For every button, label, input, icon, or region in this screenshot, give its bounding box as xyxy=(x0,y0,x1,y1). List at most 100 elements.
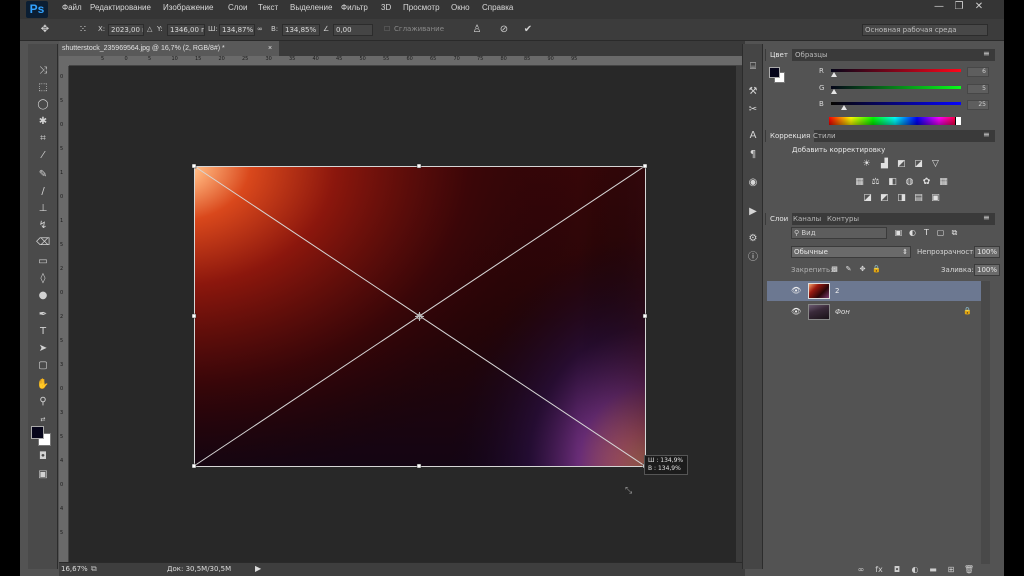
transform-handle-left[interactable] xyxy=(191,313,197,319)
transform-handle-top-left[interactable] xyxy=(191,163,197,169)
menu-file[interactable]: Файл xyxy=(62,3,82,12)
layers-menu-icon[interactable]: ≡ xyxy=(983,213,990,222)
foreground-color-swatch[interactable] xyxy=(31,426,44,439)
link-icon[interactable]: ∞ xyxy=(257,25,263,33)
blue-value-field[interactable]: 25 xyxy=(967,100,989,110)
layer-row[interactable]: 👁 2 xyxy=(767,281,981,301)
width-percent-field[interactable]: 134,87% xyxy=(219,24,255,36)
color-lookup-icon[interactable]: ▦ xyxy=(938,177,949,188)
filter-shape-icon[interactable]: ▢ xyxy=(935,227,946,238)
transform-handle-top-right[interactable] xyxy=(642,163,648,169)
zoom-tool-icon[interactable]: ⚲ xyxy=(36,395,50,409)
menu-help[interactable]: Справка xyxy=(482,3,513,12)
commit-transform-icon[interactable]: ✔ xyxy=(521,23,535,37)
layer-kind-filter[interactable]: ⚲ Вид xyxy=(791,227,887,239)
hue-saturation-icon[interactable]: ▦ xyxy=(854,177,865,188)
new-adjustment-layer-icon[interactable]: ◐ xyxy=(909,564,921,576)
zoom-level[interactable]: 16,67% xyxy=(61,565,88,573)
move-arrows-icon[interactable]: ✥ xyxy=(38,23,52,37)
opacity-field[interactable]: 100% xyxy=(974,246,1000,258)
gradient-map-icon[interactable]: ▤ xyxy=(913,193,924,204)
color-fg-swatch[interactable] xyxy=(769,67,780,78)
blue-slider[interactable] xyxy=(831,102,961,105)
add-mask-icon[interactable]: ◘ xyxy=(891,564,903,576)
brush-tool-icon[interactable]: / xyxy=(36,185,50,199)
properties-icon[interactable]: ⚙ xyxy=(746,232,760,246)
layer-style-icon[interactable]: fx xyxy=(873,564,885,576)
history-panel-icon[interactable]: ⌸ xyxy=(746,60,760,74)
cancel-transform-icon[interactable]: ⊘ xyxy=(497,23,511,37)
history-brush-tool-icon[interactable]: ↯ xyxy=(36,219,50,233)
tab-swatches[interactable]: Образцы xyxy=(791,49,832,61)
tab-channels[interactable]: Каналы xyxy=(789,213,825,225)
new-group-icon[interactable]: ▬ xyxy=(927,564,939,576)
angle-field[interactable]: 0,00 xyxy=(333,24,373,36)
filter-type-icon[interactable]: T xyxy=(921,227,932,238)
vertical-ruler[interactable]: 05051015202530354045 xyxy=(59,66,69,562)
screen-mode-icon[interactable]: ▣ xyxy=(36,468,50,482)
photo-filter-icon[interactable]: ◍ xyxy=(904,177,915,188)
layer-name[interactable]: 2 xyxy=(835,287,839,295)
magic-wand-tool-icon[interactable]: ✱ xyxy=(36,115,50,129)
green-slider[interactable] xyxy=(831,86,961,89)
smoothing-checkbox[interactable]: ☐ xyxy=(384,25,390,33)
brightness-contrast-icon[interactable]: ☀ xyxy=(861,159,872,170)
menu-edit[interactable]: Редактирование xyxy=(90,3,151,12)
move-tool-icon[interactable]: ⤨ xyxy=(36,64,50,78)
swatches-icon[interactable]: ◉ xyxy=(746,176,760,190)
panel-menu-icon[interactable]: ≡ xyxy=(983,49,990,58)
rectangle-tool-icon[interactable]: ▢ xyxy=(36,359,50,373)
layer-row[interactable]: 👁 Фон 🔒 xyxy=(767,302,981,322)
menu-view[interactable]: Просмотр xyxy=(403,3,440,12)
type-tool-icon[interactable]: T xyxy=(36,325,50,339)
delete-layer-icon[interactable]: 🗑 xyxy=(963,564,975,576)
clone-stamp-tool-icon[interactable]: ⊥ xyxy=(36,202,50,216)
invert-icon[interactable]: ◪ xyxy=(862,193,873,204)
actions-panel-icon[interactable]: ⚒ xyxy=(746,85,760,99)
lock-all-icon[interactable]: 🔒 xyxy=(871,264,882,275)
tab-styles[interactable]: Стили xyxy=(809,130,840,142)
menu-image[interactable]: Изображение xyxy=(163,3,213,12)
layer-name[interactable]: Фон xyxy=(835,308,850,316)
tab-adjustments[interactable]: Коррекция xyxy=(766,130,815,142)
levels-icon[interactable]: ▟ xyxy=(879,159,890,170)
status-menu-arrow-icon[interactable]: ▶ xyxy=(255,564,261,573)
link-layers-icon[interactable]: ∞ xyxy=(855,564,867,576)
layer-comps-icon[interactable]: ✂ xyxy=(746,103,760,117)
reference-point-icon[interactable]: ⁙ xyxy=(76,23,90,37)
tab-color[interactable]: Цвет xyxy=(766,49,792,61)
layer-visibility-eye-icon[interactable]: 👁 xyxy=(791,307,801,316)
menu-layers[interactable]: Слои xyxy=(228,3,247,12)
red-slider-thumb[interactable] xyxy=(831,72,838,77)
transform-handle-right[interactable] xyxy=(642,313,648,319)
color-balance-icon[interactable]: ⚖ xyxy=(870,177,881,188)
close-window-button[interactable]: ✕ xyxy=(972,0,986,14)
hand-tool-icon[interactable]: ✋ xyxy=(36,378,50,392)
minimize-button[interactable]: — xyxy=(932,0,946,14)
new-layer-icon[interactable]: ⊞ xyxy=(945,564,957,576)
green-slider-thumb[interactable] xyxy=(830,89,837,94)
vibrance-icon[interactable]: ▽ xyxy=(930,159,941,170)
swap-colors-icon[interactable]: ⇄ xyxy=(36,413,50,427)
quick-mask-icon[interactable]: ◘ xyxy=(36,450,50,464)
y-position-field[interactable]: 1346,00 п xyxy=(167,24,205,36)
dodge-tool-icon[interactable]: ● xyxy=(36,289,50,303)
menu-window[interactable]: Окно xyxy=(451,3,470,12)
transform-handle-bottom[interactable] xyxy=(416,463,422,469)
gradient-tool-icon[interactable]: ▭ xyxy=(36,255,50,269)
layers-scrollbar[interactable] xyxy=(981,281,990,564)
close-tab-icon[interactable]: × xyxy=(268,41,272,56)
tab-paths[interactable]: Контуры xyxy=(823,213,863,225)
healing-brush-tool-icon[interactable]: ✎ xyxy=(36,168,50,182)
eyedropper-tool-icon[interactable]: ⁄ xyxy=(36,149,50,163)
warp-mode-icon[interactable]: ♙ xyxy=(470,23,484,37)
menu-type[interactable]: Текст xyxy=(258,3,278,12)
timeline-play-icon[interactable]: ▶ xyxy=(746,205,760,219)
fill-field[interactable]: 100% xyxy=(974,264,1000,276)
red-slider[interactable] xyxy=(831,69,961,72)
exposure-icon[interactable]: ◪ xyxy=(913,159,924,170)
filter-adjustment-icon[interactable]: ◐ xyxy=(907,227,918,238)
blue-slider-thumb[interactable] xyxy=(840,105,847,110)
green-value-field[interactable]: 5 xyxy=(967,84,989,94)
info-icon[interactable]: ⓘ xyxy=(746,251,760,265)
